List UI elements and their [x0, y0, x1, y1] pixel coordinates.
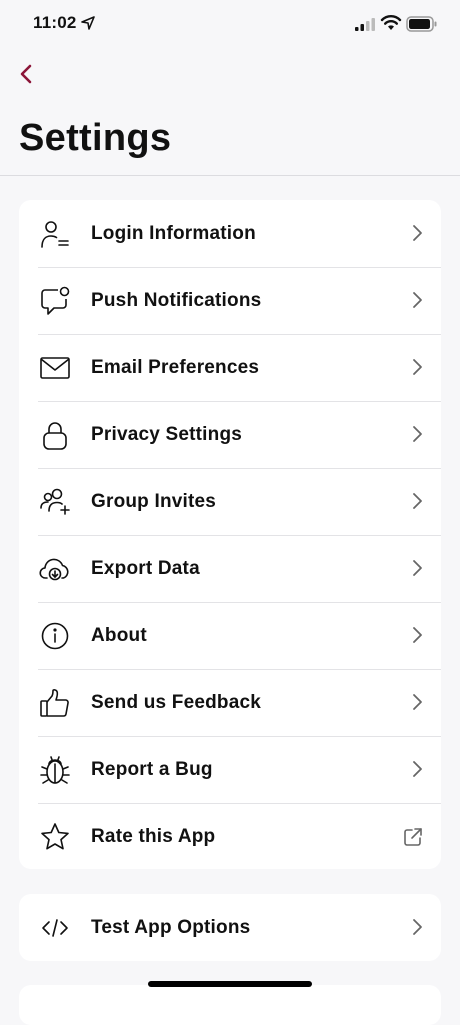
row-label: Privacy Settings — [91, 423, 243, 445]
settings-row-send-us-feedback[interactable]: Send us Feedback — [19, 669, 441, 736]
wifi-icon — [380, 15, 402, 30]
settings-list-card: Login Information Push Notifications Ema… — [19, 200, 441, 869]
location-arrow-icon — [81, 16, 95, 30]
row-label: Email Preferences — [91, 356, 260, 378]
settings-row-login-information[interactable]: Login Information — [19, 200, 441, 267]
status-bar: 11:02 — [0, 0, 460, 50]
chevron-left-icon — [20, 64, 32, 84]
row-label: Rate this App — [91, 825, 216, 847]
chevron-right-icon — [413, 694, 422, 710]
settings-row-report-a-bug[interactable]: Report a Bug — [19, 736, 441, 803]
partial-card — [19, 985, 441, 1025]
code-icon — [42, 919, 68, 937]
settings-row-email-preferences[interactable]: Email Preferences — [19, 334, 441, 401]
settings-row-about[interactable]: About — [19, 602, 441, 669]
chevron-right-icon — [413, 359, 422, 375]
chevron-right-icon — [413, 627, 422, 643]
chevron-right-icon — [413, 493, 422, 509]
lock-icon — [43, 422, 67, 450]
row-label: Export Data — [91, 557, 200, 579]
row-label: About — [91, 624, 147, 646]
envelope-icon — [40, 357, 70, 379]
row-label: Send us Feedback — [91, 691, 262, 713]
chevron-right-icon — [413, 225, 422, 241]
row-label: Login Information — [91, 222, 256, 244]
page-title: Settings — [19, 117, 172, 159]
chevron-right-icon — [413, 761, 422, 777]
settings-row-push-notifications[interactable]: Push Notifications — [19, 267, 441, 334]
cloud-download-icon — [39, 558, 69, 581]
settings-row-test-app-options[interactable]: Test App Options — [19, 894, 441, 961]
chevron-right-icon — [413, 919, 422, 935]
back-button[interactable] — [10, 58, 42, 90]
external-link-icon — [404, 828, 422, 846]
chevron-right-icon — [413, 560, 422, 576]
row-label: Push Notifications — [91, 289, 262, 311]
message-badge-icon — [41, 286, 70, 315]
settings-row-privacy-settings[interactable]: Privacy Settings — [19, 401, 441, 468]
thumbs-up-icon — [40, 689, 69, 717]
row-label: Group Invites — [91, 490, 217, 512]
battery-icon — [406, 16, 437, 32]
chevron-right-icon — [413, 426, 422, 442]
status-time: 11:02 — [33, 13, 77, 32]
settings-row-group-invites[interactable]: Group Invites — [19, 468, 441, 535]
users-plus-icon — [40, 488, 70, 515]
home-indicator — [148, 981, 312, 987]
settings-row-rate-this-app[interactable]: Rate this App — [19, 803, 441, 870]
row-label: Test App Options — [91, 916, 251, 938]
bug-icon — [40, 756, 70, 784]
chevron-right-icon — [413, 292, 422, 308]
star-icon — [41, 823, 69, 850]
test-options-card: Test App Options — [19, 894, 441, 961]
cellular-signal-icon — [355, 18, 375, 31]
info-circle-icon — [41, 622, 69, 650]
title-divider — [0, 175, 460, 176]
settings-row-export-data[interactable]: Export Data — [19, 535, 441, 602]
user-lines-icon — [41, 221, 69, 248]
row-label: Report a Bug — [91, 758, 213, 780]
